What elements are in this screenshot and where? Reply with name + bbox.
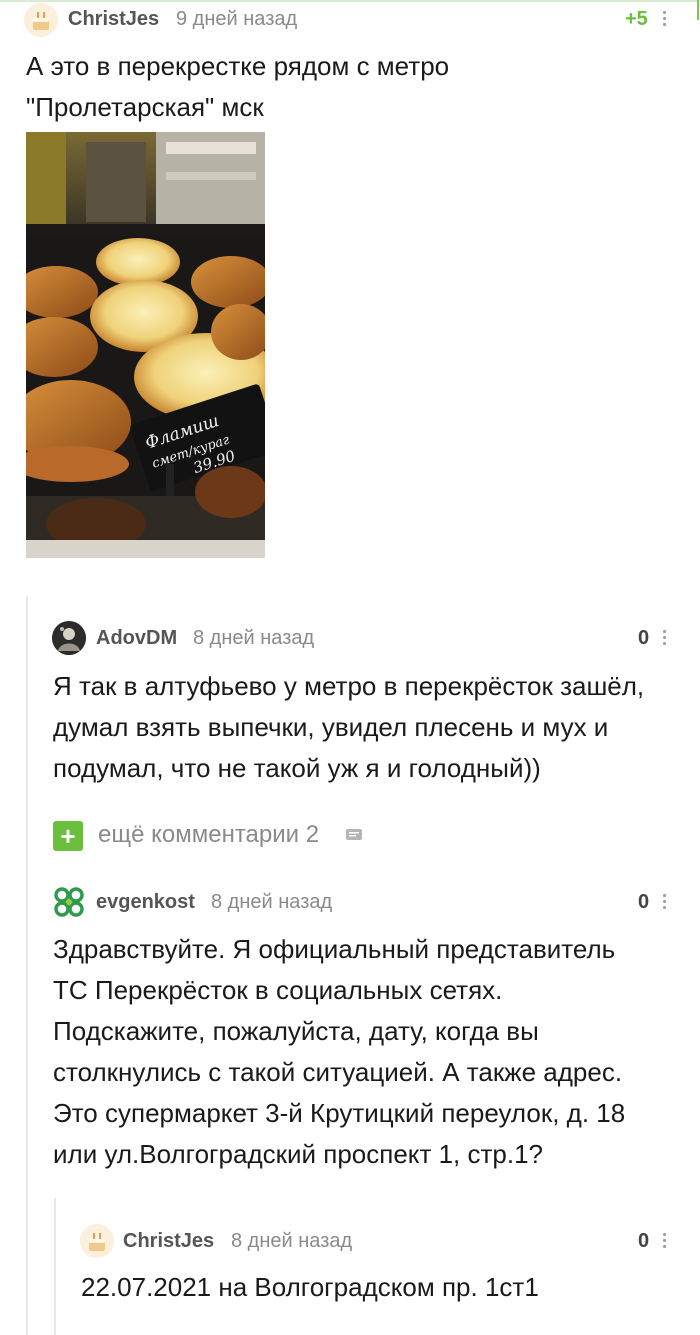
more-comments-label[interactable]: ещё комментарии 2 <box>98 821 319 849</box>
comment-text-line: думал взять выпечки, увидел плесень и му… <box>53 712 609 742</box>
comment-rating: +5 <box>625 8 648 30</box>
user-avatar[interactable] <box>52 621 86 655</box>
perekrestok-logo-icon[interactable] <box>52 885 86 919</box>
avatar-cake-icon <box>80 1224 114 1258</box>
more-options-icon[interactable] <box>662 1233 668 1251</box>
comment-text-line: столкнулись с такой ситуацией. А также а… <box>53 1057 623 1087</box>
user-avatar[interactable] <box>24 3 58 37</box>
comment-text-line: ТС Перекрёсток в социальных сетях. <box>53 975 503 1005</box>
comment-author[interactable]: evgenkost <box>96 891 195 914</box>
comment-photo[interactable]: Фламиш смет/кураг 39.90 <box>26 132 265 558</box>
comment-text-line: А это в перекрестке рядом с метро <box>26 51 450 81</box>
expand-plus-icon[interactable]: + <box>53 821 83 851</box>
comment-bubble-icon <box>346 829 362 840</box>
comment-text-line: Подскажите, пожалуйста, дату, когда вы <box>53 1016 539 1046</box>
top-divider <box>0 0 700 2</box>
more-options-icon[interactable] <box>662 894 668 912</box>
more-options-icon[interactable] <box>662 11 668 29</box>
comment-text-line: 22.07.2021 на Волгоградском пр. 1ст1 <box>81 1272 539 1302</box>
comment-text-line: Здравствуйте. Я официальный представител… <box>53 934 616 964</box>
comment-text-line: подумал, что не такой уж я и голодный)) <box>53 753 541 783</box>
comment-rating: 0 <box>638 1230 650 1252</box>
comment-timestamp: 8 дней назад <box>231 1230 353 1252</box>
comment-text-line: или ул.Волгоградский проспект 1, стр.1? <box>53 1139 544 1169</box>
comment-author[interactable]: ChristJes <box>123 1230 214 1253</box>
thread-line <box>26 596 28 1335</box>
more-options-icon[interactable] <box>662 630 668 648</box>
avatar-dark-icon <box>52 621 86 655</box>
thread-line <box>54 1198 56 1335</box>
comment-author[interactable]: AdovDM <box>96 627 177 650</box>
comment-rating: 0 <box>638 627 650 649</box>
comment-rating: 0 <box>638 891 650 913</box>
comment-text-line: Я так в алтуфьево у метро в перекрёсток … <box>53 671 645 701</box>
right-edge-line <box>697 0 699 20</box>
comment-text-line: Это супермаркет 3-й Крутицкий переулок, … <box>53 1098 626 1128</box>
comment-timestamp: 9 дней назад <box>176 8 298 30</box>
comment-timestamp: 8 дней назад <box>193 627 315 649</box>
user-avatar[interactable] <box>80 1224 114 1258</box>
avatar-cake-icon <box>24 3 58 37</box>
comment-timestamp: 8 дней назад <box>211 891 333 913</box>
comment-text-line: "Пролетарская" мск <box>26 92 264 122</box>
comment-author[interactable]: ChristJes <box>68 8 159 31</box>
pastry-showcase-image: Фламиш смет/кураг 39.90 <box>26 132 265 558</box>
